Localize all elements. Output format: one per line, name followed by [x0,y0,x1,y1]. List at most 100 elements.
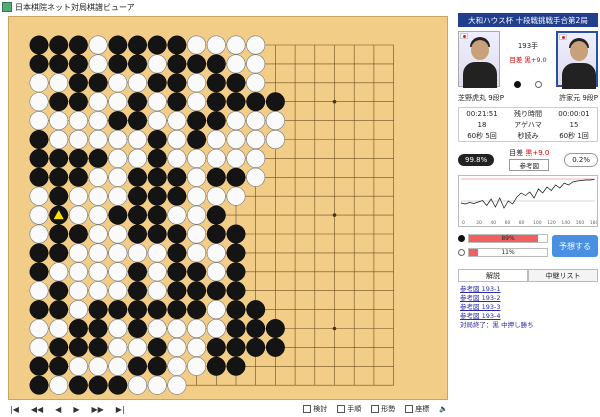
white-stone [88,92,108,112]
graph-tick: 80 [519,220,525,226]
black-stone [29,356,49,376]
black-stone [187,300,207,320]
black-stone [147,130,167,149]
white-stone [147,375,167,395]
white-stone [167,356,187,376]
back-10-icon[interactable]: ◀◀ [31,405,43,414]
white-stone [49,262,69,282]
game-status: 193手 目差 黒+9.0 [509,31,547,91]
black-stone [147,224,167,244]
black-stone [226,337,246,357]
white-stone [206,300,226,320]
black-stone [206,167,226,187]
black-stone [147,73,167,93]
white-stone [49,111,69,131]
black-stone [246,92,266,112]
white-stone [68,205,88,225]
reference-button[interactable]: 参考図 [509,159,550,171]
graph-tick: 160 [576,220,585,226]
white-stone [246,167,266,187]
white-stone [108,262,128,282]
black-win-pct: 99.8% [458,153,495,166]
white-stone [167,148,187,168]
tab-relay-list[interactable]: 中継リスト [528,269,598,281]
black-stone [246,337,266,357]
info-row: 18 アゲハマ 15 [477,120,579,129]
white-stone [68,281,88,301]
black-stone [88,73,108,93]
white-stone [88,111,108,131]
go-board[interactable] [8,16,448,400]
white-stone [187,148,207,168]
black-stone [29,300,49,320]
black-stone [147,356,167,376]
forward-icon[interactable]: ▶ [73,405,79,414]
coordinates-button[interactable]: 座標 [405,404,429,414]
reference-link[interactable]: 参考図 193-4 [460,312,596,321]
back-icon[interactable]: ◀ [55,405,61,414]
white-stone [88,243,108,263]
win-rate: 99.8% 目差 黒+9.0 参考図 0.2% [458,148,598,171]
black-stone [128,319,147,338]
black-stone [128,92,147,112]
event-title: 大和ハウス杯 十段戦挑戦手合第2局 [458,13,598,27]
white-stone [246,111,266,131]
side-panel: 大和ハウス杯 十段戦挑戦手合第2局 193手 目差 黒+9.0 芝野虎丸 9段P… [458,13,599,408]
position-button[interactable]: 形勢 [371,404,395,414]
black-stone [29,54,49,74]
white-stone [68,186,88,206]
white-stone [226,130,246,150]
white-stone [68,111,88,131]
white-stone [206,243,226,263]
white-stone [88,205,108,225]
title-bar: 日本棋院ネット対局棋譜ビューア [0,0,600,14]
black-stone [49,224,69,244]
white-stone-icon [534,80,542,88]
black-stone [68,375,88,395]
result-value: 黒+9.0 [524,56,547,64]
white-stone [88,356,108,376]
black-stone [68,92,88,112]
reference-link[interactable]: 参考図 193-3 [460,303,596,312]
reference-link[interactable]: 参考図 193-1 [460,285,596,294]
white-stone [147,318,167,338]
white-stone [29,337,49,357]
black-stone [128,356,147,376]
black-stone [29,262,49,282]
sound-icon[interactable]: 🔈 [439,405,448,413]
black-stone [68,148,88,168]
black-stone [246,319,266,338]
black-stone [265,319,285,338]
black-stone-icon [458,235,465,242]
black-stone [147,35,167,55]
white-stone [88,54,108,74]
graph-tick: 20 [476,220,482,226]
white-stone [108,318,128,338]
study-button[interactable]: 検討 [303,404,327,414]
black-prediction-bar: 89% [468,234,548,243]
white-stone [167,318,187,338]
white-stone [88,130,108,150]
app-icon [2,2,12,12]
white-stone [246,148,266,168]
reference-link[interactable]: 参考図 193-2 [460,294,596,303]
tab-commentary[interactable]: 解説 [458,269,528,281]
predict-button[interactable]: 予想する [552,235,598,257]
black-stone [68,54,88,74]
black-stone [226,300,246,320]
board-canvas[interactable] [9,17,449,401]
black-stone [206,111,226,131]
black-stone [128,167,147,187]
sequence-icon [337,405,346,413]
black-stone [68,337,88,357]
game-info-table: 00:21:51 残り時間 00:00:01 18 アゲハマ 15 60秒 5回 秒読み 6… [458,107,598,142]
graph-tick: 60 [505,220,511,226]
white-stone [29,205,49,225]
black-stone [49,35,69,55]
last-move-icon[interactable]: ▶| [116,405,125,414]
white-stone [147,54,167,74]
move-navigation: |◀ ◀◀ ◀ ▶ ▶▶ ▶| [10,405,125,414]
first-move-icon[interactable]: |◀ [10,405,19,414]
forward-10-icon[interactable]: ▶▶ [91,405,103,414]
sequence-button[interactable]: 手順 [337,404,361,414]
